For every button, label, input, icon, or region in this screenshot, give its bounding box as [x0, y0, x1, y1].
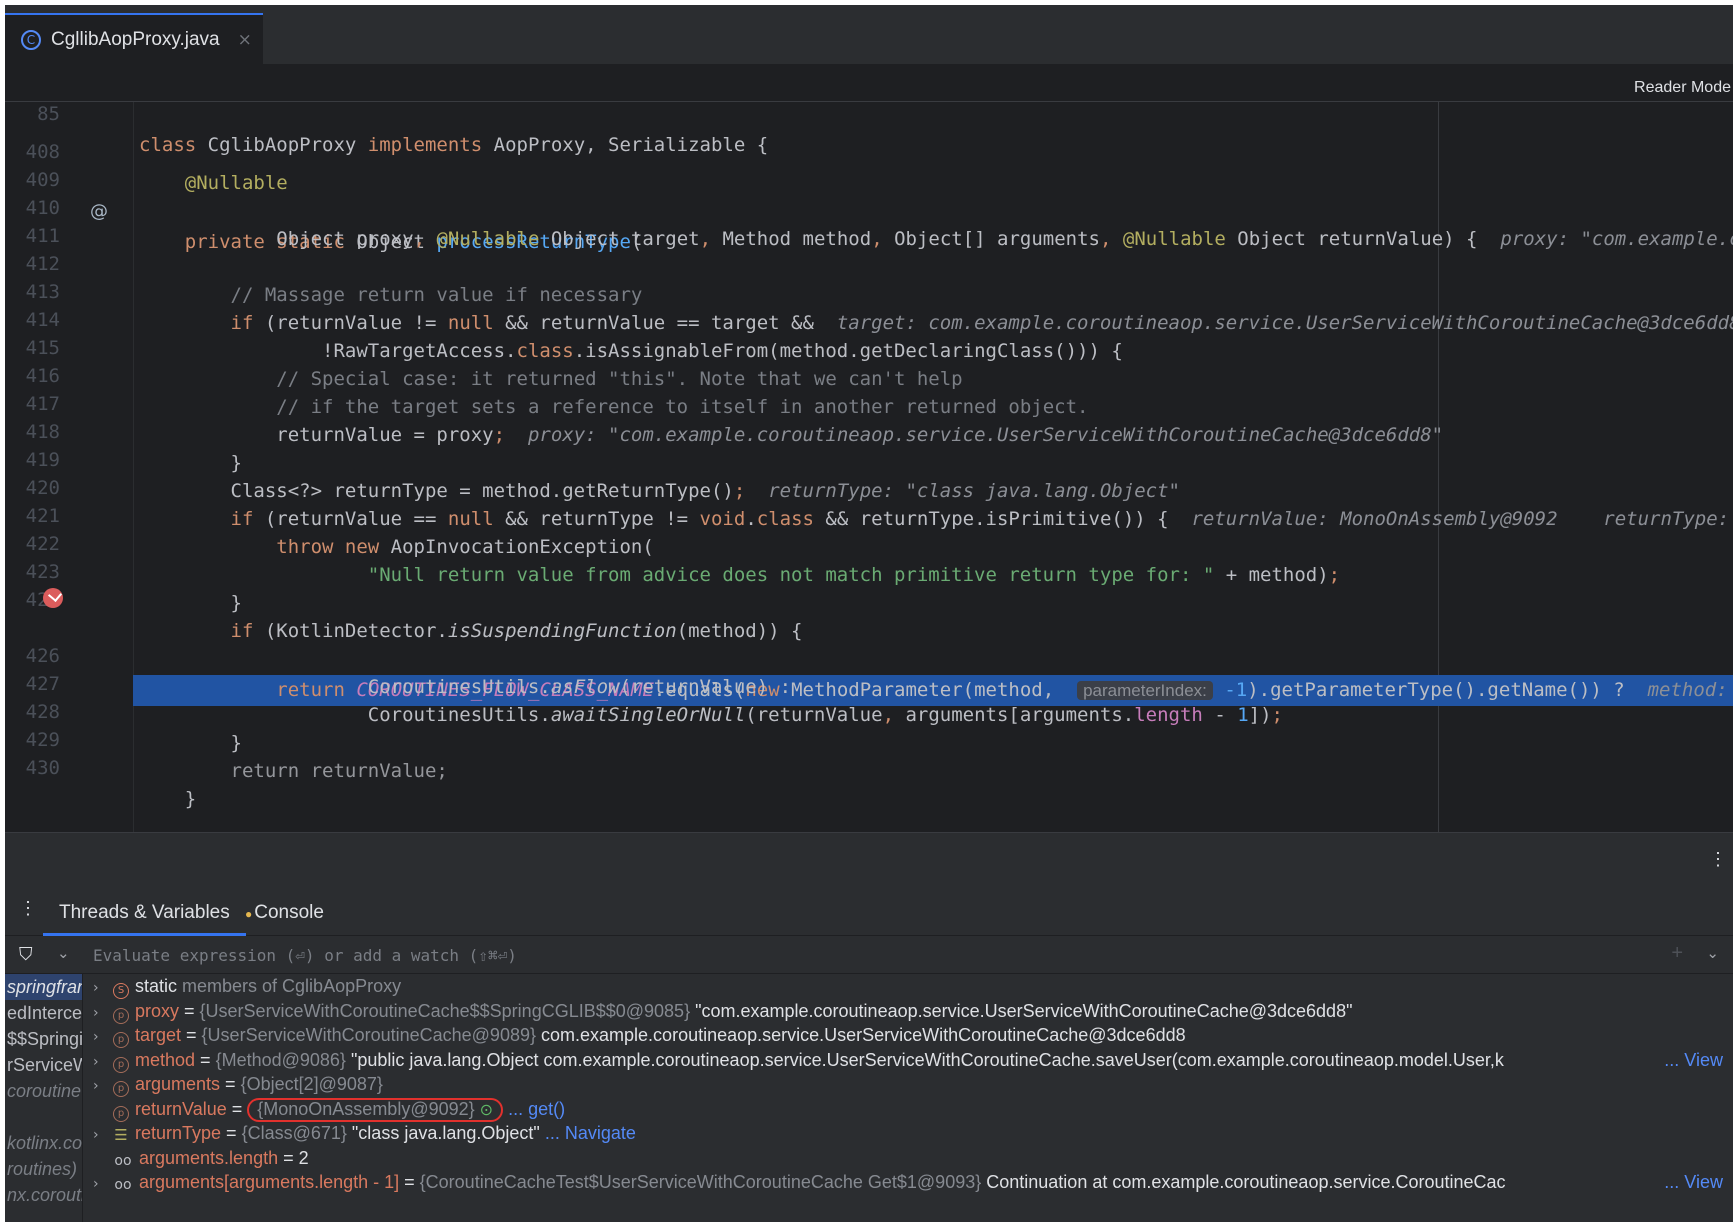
code-line[interactable]: 430 } [5, 722, 1733, 810]
variable-row[interactable]: › Sstatic members of CglibAopProxy [83, 974, 1733, 999]
chevron-right-icon[interactable]: › [93, 1123, 113, 1148]
variable-row[interactable]: p returnValue = {MonoOnAssembly@9092} ⊙ .… [83, 1097, 1733, 1122]
tab-console[interactable]: ● Console [229, 890, 340, 936]
add-watch-icon[interactable]: + [1671, 942, 1683, 965]
parameter-icon: p [113, 1081, 129, 1097]
code-line[interactable]: 408 @Nullable [5, 106, 1733, 194]
chevron-right-icon[interactable]: › [93, 976, 113, 1001]
breakpoint-icon[interactable] [43, 588, 63, 608]
tab-threads-variables[interactable]: Threads & Variables [43, 890, 246, 936]
navigate-link[interactable]: ... Navigate [545, 1123, 636, 1143]
variables-tree[interactable]: › Sstatic members of CglibAopProxy › p prox… [83, 974, 1733, 1222]
evaluate-bar: ⛉ ⌄ + ⌄ [5, 936, 1733, 974]
variable-row[interactable]: › p arguments = {Object[2]@9087} [83, 1072, 1733, 1097]
sticky-header[interactable]: 85 class CglibAopProxy implements AopPro… [5, 66, 1733, 156]
variable-row[interactable]: › p proxy = {UserServiceWithCoroutineCache… [83, 999, 1733, 1024]
code-line[interactable]: 413 if (returnValue != null && returnVal… [5, 246, 1733, 334]
variable-row[interactable]: › oo arguments[arguments.length - 1] = {Co… [83, 1170, 1733, 1195]
code-line[interactable]: 410 Object proxy, @Nullable Object targe… [5, 162, 1733, 250]
variable-row[interactable]: › p method = {Method@9086} "public java.la… [83, 1047, 1733, 1075]
debug-panel: ⋮ Threads & Variables ●Console ⛉ ⌄ + ⌄ s… [5, 890, 1733, 1222]
more-options-icon[interactable]: ⋮ [19, 898, 37, 919]
code-line[interactable]: 419 Class<?> returnType = method.getRetu… [5, 414, 1733, 502]
chevron-right-icon[interactable]: › [93, 1001, 113, 1026]
evaluate-expression-input[interactable] [93, 942, 1473, 968]
code-line[interactable]: 429 return returnValue; [5, 694, 1733, 782]
tab-label: CgllibAopProxy.java [51, 29, 220, 50]
chevron-right-icon[interactable]: › [93, 1074, 113, 1099]
watch-icon: oo [114, 1152, 132, 1169]
view-link[interactable]: ... View [1660, 1170, 1723, 1195]
code-line[interactable]: 426 CoroutinesUtils.asFlow(returnValue) … [5, 610, 1733, 698]
frame-item[interactable] [5, 1104, 82, 1130]
code-line[interactable]: 417 returnValue = proxy; proxy: "com.exa… [5, 358, 1733, 446]
debug-tab-bar: ⋮ Threads & Variables ● Console [5, 890, 1733, 936]
frame-item[interactable]: kotlinx.co [5, 1130, 82, 1156]
frame-item[interactable]: edIntercep [5, 1000, 82, 1026]
view-link[interactable]: ... View [1660, 1047, 1723, 1072]
code-line[interactable]: 424 if (KotlinDetector.isSuspendingFunct… [5, 554, 1733, 642]
close-icon[interactable]: × [238, 30, 252, 50]
code-line[interactable]: 409 @ private static Object processRetur… [5, 134, 1733, 253]
parameter-icon: p [113, 1056, 129, 1073]
editor-tab-cglibaopproxy[interactable]: C CgllibAopProxy.java × [5, 13, 263, 65]
code-line[interactable]: 428 } [5, 666, 1733, 754]
chevron-down-icon[interactable]: ⌄ [57, 944, 70, 962]
loading-icon: ⊙ [479, 1101, 494, 1119]
frame-item[interactable]: springfran [5, 974, 82, 1000]
chevron-right-icon[interactable]: › [93, 1050, 113, 1075]
variable-row[interactable]: › ☰ returnType = {Class@671} "class java.l… [83, 1121, 1733, 1146]
variable-row[interactable]: › p target = {UserServiceWithCoroutineCach… [83, 1023, 1733, 1048]
code-line[interactable]: 423 } [5, 526, 1733, 614]
code-line[interactable]: 412 // Massage return value if necessary [5, 218, 1733, 306]
chevron-down-icon[interactable]: ⌄ [1706, 944, 1719, 962]
parameter-icon: p [113, 1032, 129, 1048]
ide-window: C CgllibAopProxy.java × 85 class CglibAo… [5, 5, 1733, 1222]
console-icon: ● [245, 907, 253, 921]
code-line[interactable]: 427 CoroutinesUtils.awaitSingleOrNull(re… [5, 638, 1733, 726]
current-execution-line[interactable]: return COROUTINES_FLOW_CLASS_NAME.equals… [5, 582, 1733, 706]
code-line[interactable]: 416 // if the target sets a reference to… [5, 330, 1733, 418]
frame-item[interactable]: rServiceW [5, 1052, 82, 1078]
line-number: 430 [25, 757, 60, 779]
chevron-right-icon[interactable]: › [93, 1025, 113, 1050]
editor-tab-bar: C CgllibAopProxy.java × [5, 5, 1733, 65]
code-line[interactable]: 411 [5, 190, 1733, 247]
variable-row[interactable]: oo arguments.length = 2 [83, 1146, 1733, 1171]
frame-item[interactable]: coroutine [5, 1078, 82, 1104]
frame-item[interactable]: nx.corouti [5, 1182, 82, 1208]
code-line[interactable]: 418 } [5, 386, 1733, 474]
frames-list[interactable]: springfran edIntercep $$Springi rService… [5, 974, 83, 1222]
parameter-icon: p [113, 1007, 129, 1024]
code-editor[interactable]: 85 class CglibAopProxy implements AopPro… [5, 66, 1733, 832]
panel-splitter[interactable]: ⋮ [5, 832, 1733, 890]
frame-item[interactable]: $$Springi [5, 1026, 82, 1052]
code-line[interactable]: 415 // Special case: it returned "this".… [5, 302, 1733, 390]
code-line[interactable]: 420 if (returnValue == null && returnTyp… [5, 442, 1733, 530]
chevron-right-icon[interactable]: › [93, 1172, 113, 1197]
watch-icon: oo [114, 1177, 132, 1193]
more-options-icon[interactable]: ⋮ [1709, 849, 1727, 870]
get-link[interactable]: ... get() [508, 1099, 565, 1119]
static-icon: S [113, 983, 129, 999]
code-line[interactable]: 414 !RawTargetAccess.class.isAssignableF… [5, 274, 1733, 362]
code-line[interactable]: 422 "Null return value from advice does … [5, 498, 1733, 586]
class-icon: C [21, 30, 41, 50]
parameter-icon: p [113, 1105, 129, 1122]
code-line[interactable]: 421 throw new AopInvocationException( [5, 470, 1733, 558]
highlight-circle: {MonoOnAssembly@9092} ⊙ [247, 1097, 504, 1122]
local-variable-icon: ☰ [114, 1126, 128, 1144]
frame-item[interactable]: routines) [5, 1156, 82, 1182]
filter-icon[interactable]: ⛉ [19, 944, 33, 965]
reader-mode-button[interactable]: Reader Mode [1634, 79, 1733, 97]
